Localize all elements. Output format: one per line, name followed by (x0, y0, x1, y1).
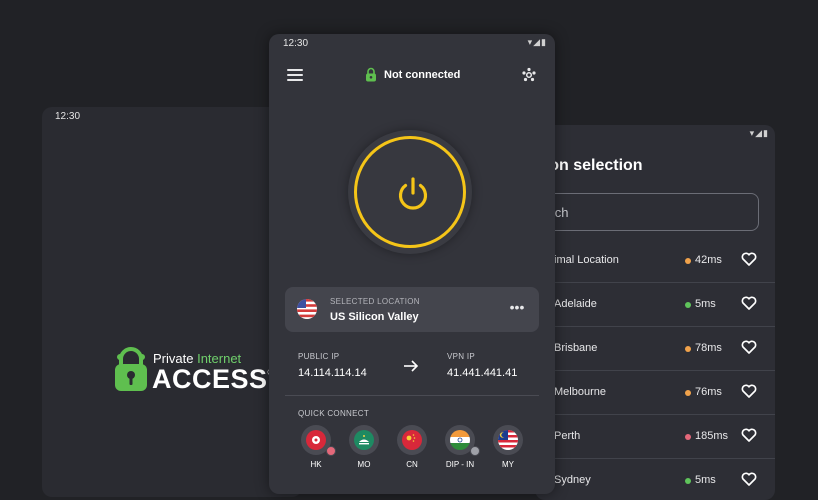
latency-dot (685, 478, 691, 484)
system-status-icons: ▾◢▮ (527, 37, 547, 47)
connect-power-button[interactable] (348, 130, 472, 254)
cn-flag-icon (402, 430, 422, 450)
brand-text-access: ACCESS® (152, 364, 273, 394)
splash-screen: 12:30 Private Internet ACCESS® (42, 107, 302, 497)
selected-location-card[interactable]: SELECTED LOCATION US Silicon Valley ••• (285, 287, 539, 332)
latency-dot (685, 258, 691, 264)
region-name: imal Location (554, 254, 619, 266)
quick-connect-title: QUICK CONNECT (298, 409, 370, 418)
region-search-input[interactable]: earch (535, 193, 759, 231)
latency-dot (685, 346, 691, 352)
region-name: Sydney (554, 474, 591, 486)
pia-lock-icon (115, 347, 147, 391)
status-time: 12:30 (55, 111, 81, 122)
power-icon (398, 177, 428, 210)
quick-connect-item[interactable]: MO (342, 425, 386, 475)
heart-icon[interactable] (740, 294, 758, 312)
hamburger-menu-icon[interactable] (287, 69, 303, 81)
region-name: Brisbane (554, 342, 598, 354)
region-row[interactable]: Melbourne 76ms (535, 371, 775, 415)
region-row[interactable]: Adelaide 5ms (535, 283, 775, 327)
in-flag-icon (450, 430, 470, 450)
quick-connect-label: DIP - IN (445, 460, 475, 469)
us-flag-icon (297, 299, 317, 319)
quick-connect-label: MO (357, 460, 371, 469)
region-row[interactable]: imal Location 42ms (535, 239, 775, 283)
vpn-ip-value: 41.441.441.41 (447, 367, 518, 379)
quick-connect-label: CN (406, 460, 418, 469)
region-row[interactable]: Sydney 5ms (535, 459, 775, 500)
region-latency: 5ms (695, 298, 716, 310)
quick-connect-button[interactable] (397, 425, 427, 455)
heart-icon[interactable] (740, 338, 758, 356)
region-latency: 78ms (695, 342, 722, 354)
quick-connect-button[interactable] (493, 425, 523, 455)
mo-flag-icon (354, 430, 374, 450)
favorite-badge-icon (326, 446, 336, 456)
region-latency: 185ms (695, 430, 729, 442)
quick-connect-item[interactable]: MY (486, 425, 530, 475)
heart-icon[interactable] (740, 470, 758, 488)
system-status-icons: ▾◢▮ (749, 128, 769, 138)
latency-dot (685, 302, 691, 308)
region-name: Adelaide (554, 298, 597, 310)
quick-connect-button[interactable] (301, 425, 336, 456)
main-connect-screen: 12:30 ▾◢▮ Not connected SELECTED LOCATIO… (269, 34, 555, 494)
power-ring (354, 136, 466, 248)
heart-icon[interactable] (740, 250, 758, 268)
region-name: Melbourne (554, 386, 606, 398)
region-row[interactable]: Perth 185ms (535, 415, 775, 459)
quick-connect-item[interactable]: DIP - IN (438, 425, 482, 475)
region-latency: 5ms (695, 474, 716, 486)
region-selection-screen: ▾◢▮ gion selection earch imal Location 4… (535, 125, 775, 500)
hk-flag-icon (306, 430, 326, 450)
quick-connect-label: MY (502, 460, 514, 469)
region-latency: 42ms (695, 254, 722, 266)
quick-connect-item[interactable]: CN (390, 425, 434, 475)
region-row[interactable]: Brisbane 78ms (535, 327, 775, 371)
quick-connect-item[interactable]: HK (294, 425, 338, 475)
lock-icon (366, 67, 376, 82)
quick-connect-button[interactable] (445, 425, 480, 456)
quick-connect-button[interactable] (349, 425, 379, 455)
region-list: imal Location 42ms Adelaide 5ms Brisbane… (535, 239, 775, 500)
latency-dot (685, 390, 691, 396)
dedicated-ip-badge-icon (470, 446, 480, 456)
region-name: Perth (554, 430, 581, 442)
public-ip-label: PUBLIC IP (298, 352, 340, 361)
selected-location-label: SELECTED LOCATION (330, 297, 420, 306)
latency-dot (685, 434, 691, 440)
status-time: 12:30 (283, 38, 309, 49)
pia-logo: Private Internet ACCESS® (113, 347, 283, 397)
region-header: gion selection (535, 141, 775, 187)
more-options-icon[interactable]: ••• (508, 300, 526, 318)
my-flag-icon (498, 430, 518, 450)
arrow-right-icon (404, 360, 419, 372)
public-ip-value: 14.114.114.14 (298, 367, 367, 379)
selected-location-value: US Silicon Valley (330, 311, 419, 323)
vpn-ip-label: VPN IP (447, 352, 476, 361)
heart-icon[interactable] (740, 382, 758, 400)
heart-icon[interactable] (740, 426, 758, 444)
divider (285, 395, 539, 396)
region-latency: 76ms (695, 386, 722, 398)
quick-connect-label: HK (310, 460, 322, 469)
network-settings-icon[interactable] (521, 67, 537, 83)
connection-status-text: Not connected (384, 69, 461, 81)
